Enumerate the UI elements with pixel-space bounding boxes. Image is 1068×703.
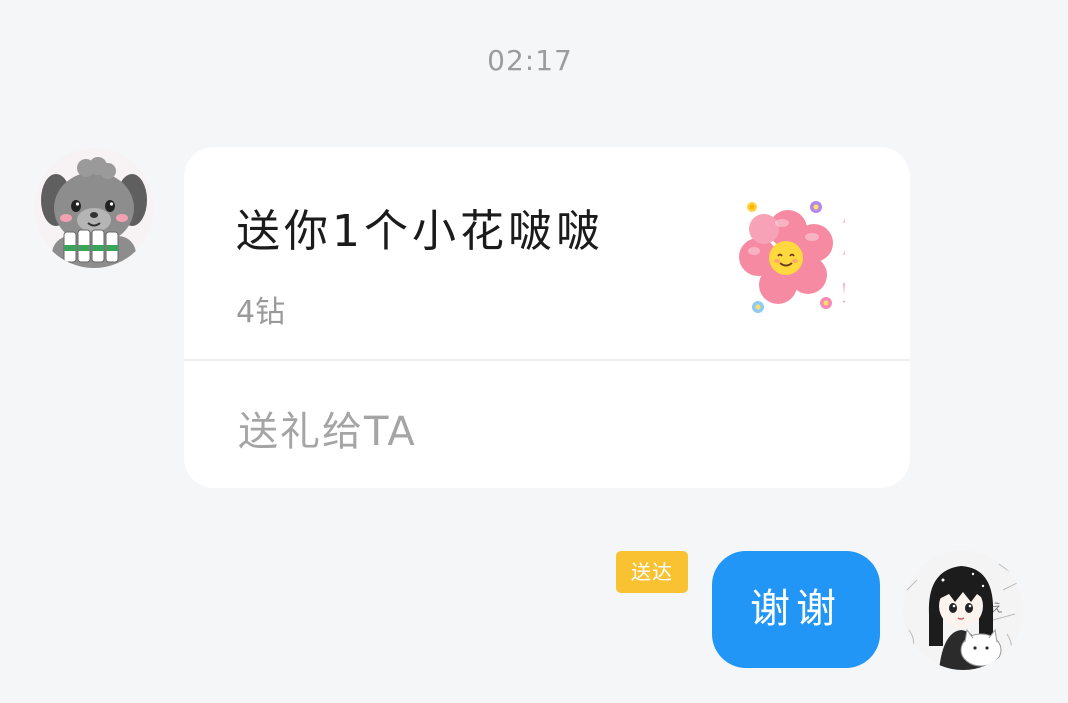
svg-text:棒: 棒 (839, 242, 866, 272)
svg-text:！: ！ (837, 277, 865, 310)
flower-sticker-image: 棒 棒 ！ (734, 195, 874, 325)
gift-price: 4钻 (236, 295, 286, 330)
message-timestamp: 02:17 (487, 44, 573, 77)
gift-card-message[interactable]: 送你1个小花啵啵 4钻 棒 棒 ！ 送礼给TA (184, 147, 910, 488)
gift-title: 送你1个小花啵啵 (236, 206, 604, 257)
delivered-status-badge: 送达 (616, 551, 688, 593)
send-gift-button[interactable]: 送礼给TA (238, 399, 417, 457)
my-avatar[interactable]: え (903, 550, 1023, 670)
sent-message-bubble[interactable]: 谢谢 (712, 551, 880, 668)
svg-text:棒: 棒 (839, 210, 866, 240)
card-divider (184, 359, 910, 361)
small-flower-icon (747, 202, 757, 212)
gray-puppy-avatar-image (34, 148, 154, 268)
sender-avatar[interactable] (34, 148, 154, 268)
anime-girl-avatar-image: え (903, 550, 1023, 670)
